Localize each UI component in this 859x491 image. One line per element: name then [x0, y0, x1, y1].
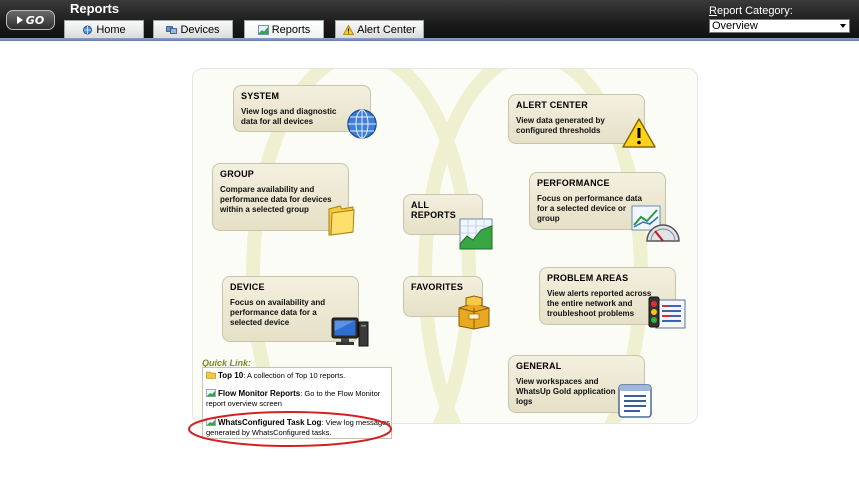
- chevron-down-icon: [840, 24, 846, 28]
- devices-icon: [166, 25, 178, 34]
- tab-home-label: Home: [96, 23, 126, 36]
- group-card-desc: Compare availability and performance dat…: [220, 185, 332, 214]
- computer-icon: [331, 317, 369, 347]
- report-category-accesskey: R: [709, 5, 717, 17]
- tab-devices-label: Devices: [180, 23, 220, 36]
- go-button[interactable]: GO: [6, 10, 55, 30]
- general-card-desc: View workspaces and WhatsUp Gold applica…: [516, 377, 616, 406]
- performance-card-title: PERFORMANCE: [537, 178, 610, 188]
- chart-report-icon: [459, 218, 493, 250]
- quick-link-top10[interactable]: Top 10: A collection of Top 10 reports.: [206, 371, 392, 381]
- home-icon: [83, 25, 93, 34]
- tab-reports-label: Reports: [271, 23, 311, 36]
- tab-reports[interactable]: Reports: [244, 20, 324, 38]
- top-bar: GO Reports Home Devices Reports Alert Ce…: [0, 0, 859, 38]
- quick-link-flow-monitor[interactable]: Flow Monitor Reports: Go to the Flow Mon…: [206, 389, 392, 409]
- page-title: Reports: [70, 1, 120, 16]
- favorites-card-title: FAVORITES: [411, 282, 464, 292]
- system-card-title: SYSTEM: [241, 91, 280, 101]
- go-label: GO: [25, 13, 45, 27]
- quick-link-flow-monitor-name: Flow Monitor Reports: [218, 389, 301, 398]
- play-icon: [16, 16, 23, 24]
- warning-icon: [622, 118, 656, 148]
- problem-areas-card-title: PROBLEM AREAS: [547, 273, 629, 283]
- tab-alert-center-label: Alert Center: [357, 23, 416, 36]
- alert-icon: [343, 24, 355, 35]
- problem-areas-card-desc: View alerts reported across the entire n…: [547, 289, 652, 318]
- report-category-value: Overview: [712, 20, 758, 32]
- reports-icon: [257, 24, 269, 35]
- group-card-title: GROUP: [220, 169, 255, 179]
- traffic-light-icon: [648, 296, 686, 329]
- header-divider: [0, 38, 859, 41]
- device-card-desc: Focus on availability and performance da…: [230, 298, 326, 327]
- performance-gauge-icon: [631, 205, 680, 242]
- quick-link-top10-name: Top 10: [218, 371, 244, 380]
- report-category-label-text: eport Category:: [716, 5, 793, 17]
- tab-devices[interactable]: Devices: [153, 20, 233, 38]
- tab-home[interactable]: Home: [64, 20, 144, 38]
- chart-report-icon: [206, 389, 216, 397]
- system-card-desc: View logs and diagnostic data for all de…: [241, 107, 337, 126]
- folder-icon: [206, 371, 216, 379]
- log-document-icon: [618, 384, 652, 418]
- globe-icon: [347, 109, 377, 139]
- alert-center-card-desc: View data generated by configured thresh…: [516, 116, 605, 135]
- all-reports-card-title: ALL REPORTS: [411, 200, 456, 220]
- quick-link-top10-desc: : A collection of Top 10 reports.: [243, 371, 346, 380]
- tab-alert-center[interactable]: Alert Center: [335, 20, 424, 38]
- folder-icon: [328, 205, 355, 236]
- general-card-title: GENERAL: [516, 361, 562, 371]
- report-category-select[interactable]: Overview: [709, 19, 850, 33]
- report-category-label: Report Category:: [709, 5, 793, 17]
- favorites-box-icon: [458, 295, 490, 330]
- device-card-title: DEVICE: [230, 282, 265, 292]
- highlight-ellipse: [188, 411, 392, 447]
- alert-center-card-title: ALERT CENTER: [516, 100, 588, 110]
